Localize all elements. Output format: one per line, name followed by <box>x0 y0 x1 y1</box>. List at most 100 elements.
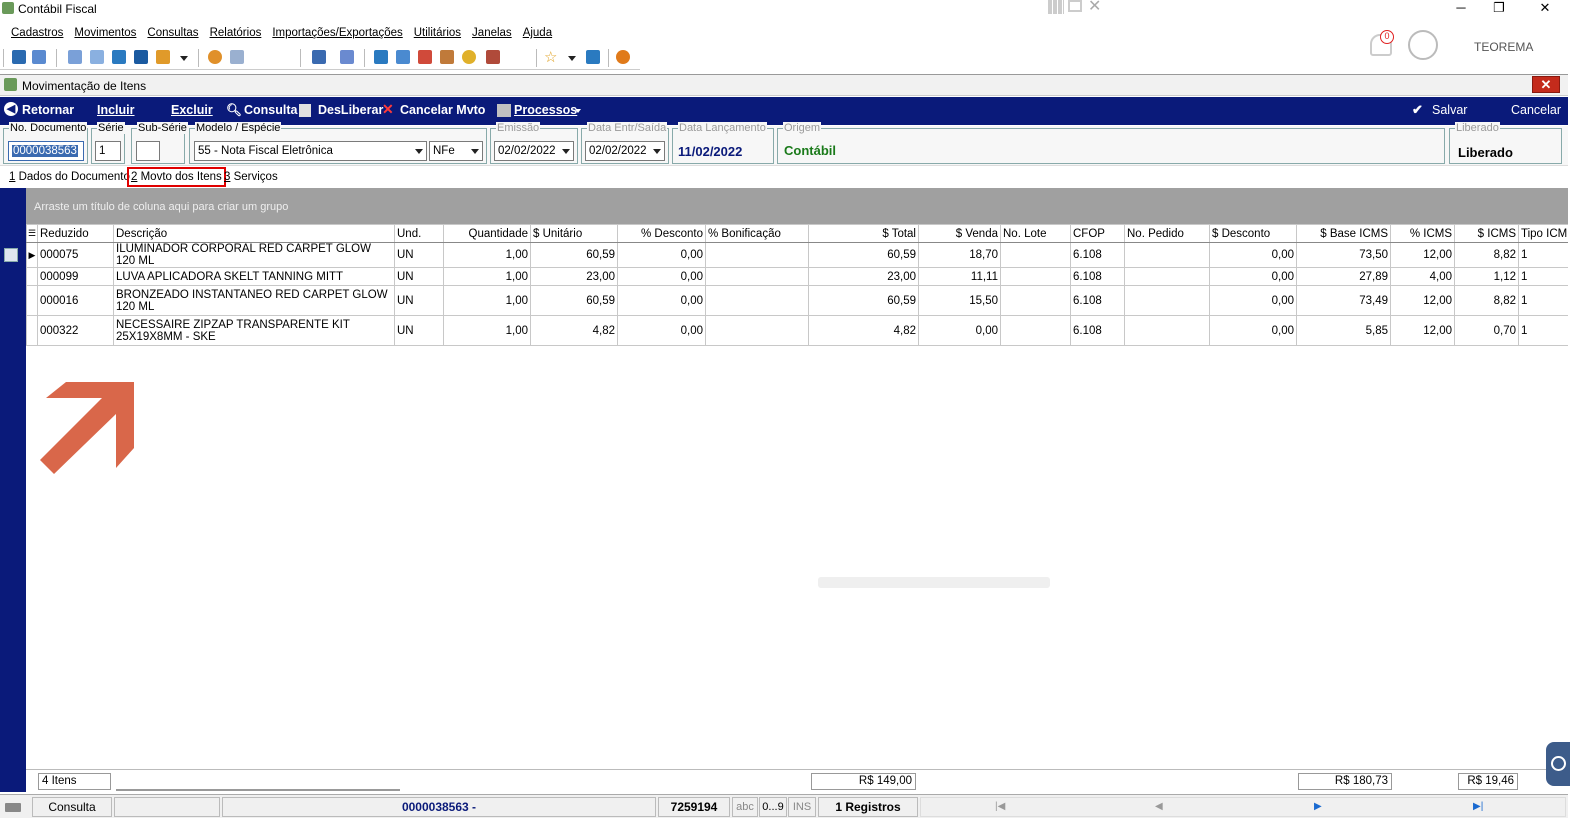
col-venda[interactable]: $ Venda <box>918 224 1001 243</box>
col-icms-pct[interactable]: % ICMS <box>1390 224 1455 243</box>
cell-pedido[interactable] <box>1124 242 1210 268</box>
consulta-button[interactable]: Consulta <box>244 103 297 117</box>
cell-icms[interactable]: 0,70 <box>1454 315 1519 346</box>
cell-venda[interactable]: 15,50 <box>918 285 1001 316</box>
cell-total[interactable]: 60,59 <box>808 285 919 316</box>
cell-und[interactable]: UN <box>394 267 444 286</box>
especie-select[interactable]: NFe <box>429 141 483 161</box>
cell-descricao[interactable]: BRONZEADO INSTANTANEO RED CARPET GLOW 12… <box>113 285 395 316</box>
menu-relatorios[interactable]: Relatórios <box>210 24 262 42</box>
cell-und[interactable]: UN <box>394 315 444 346</box>
close-form-button[interactable]: ✕ <box>1532 76 1560 93</box>
cell-unitario[interactable]: 23,00 <box>530 267 618 286</box>
cell-tipo-icm[interactable]: 1 <box>1518 267 1569 286</box>
tab-movto-itens[interactable]: 2 Movto dos Itens <box>127 167 226 187</box>
row-indicator-header[interactable]: ☰ <box>26 224 38 243</box>
cell-venda[interactable]: 18,70 <box>918 242 1001 268</box>
excluir-button[interactable]: Excluir <box>171 103 213 117</box>
cell-bonificacao[interactable] <box>705 242 809 268</box>
cell-desconto-pct[interactable]: 0,00 <box>617 285 706 316</box>
menu-janelas[interactable]: Janelas <box>472 24 512 42</box>
cell-descricao[interactable]: ILUMINADOR CORPORAL RED CARPET GLOW 120 … <box>113 242 395 268</box>
cell-total[interactable]: 60,59 <box>808 242 919 268</box>
fullscreen-icon[interactable] <box>1068 0 1082 12</box>
cell-quantidade[interactable]: 1,00 <box>443 267 531 286</box>
cell-reduzido[interactable]: 000075 <box>37 242 114 268</box>
col-pedido[interactable]: No. Pedido <box>1124 224 1210 243</box>
document-icon[interactable] <box>68 50 82 64</box>
sort-icon[interactable] <box>156 50 170 64</box>
cell-lote[interactable] <box>1000 242 1071 268</box>
cell-icms[interactable]: 8,82 <box>1454 242 1519 268</box>
close-window-button[interactable]: ✕ <box>1530 0 1560 16</box>
cell-bonificacao[interactable] <box>705 315 809 346</box>
column-chooser-icon[interactable] <box>4 248 18 262</box>
print-icon[interactable] <box>340 50 354 64</box>
cell-lote[interactable] <box>1000 315 1071 346</box>
table-row[interactable]: ▶ 000075 ILUMINADOR CORPORAL RED CARPET … <box>26 242 1569 268</box>
col-icms[interactable]: $ ICMS <box>1454 224 1519 243</box>
cell-reduzido[interactable]: 000322 <box>37 315 114 346</box>
cell-desconto[interactable]: 0,00 <box>1209 315 1297 346</box>
collapse-icon[interactable]: ✕ <box>1088 0 1101 16</box>
menu-consultas[interactable]: Consultas <box>147 24 198 42</box>
col-unitario[interactable]: $ Unitário <box>530 224 618 243</box>
col-lote[interactable]: No. Lote <box>1000 224 1071 243</box>
tab-servicos[interactable]: 3 Serviços <box>224 171 278 183</box>
table-row[interactable]: 000099 LUVA APLICADORA SKELT TANNING MIT… <box>26 267 1569 286</box>
data-entr-saida-field[interactable]: 02/02/2022 <box>585 141 665 161</box>
schedule-icon[interactable] <box>440 50 454 64</box>
minimize-button[interactable]: ─ <box>1446 0 1476 16</box>
first-record-icon[interactable]: |◀ <box>995 801 1005 812</box>
group-by-panel[interactable]: Arraste um título de coluna aqui para cr… <box>26 188 1568 224</box>
calculator-icon[interactable] <box>396 50 410 64</box>
power-icon[interactable] <box>616 50 630 64</box>
grid-layout-icon[interactable] <box>1048 0 1064 14</box>
cell-base-icms[interactable]: 73,50 <box>1296 242 1391 268</box>
desliberar-button[interactable]: DesLiberar <box>318 103 383 117</box>
people-icon[interactable] <box>32 50 46 64</box>
table-row[interactable]: 000322 NECESSAIRE ZIPZAP TRANSPARENTE KI… <box>26 315 1569 346</box>
last-record-icon[interactable]: ▶| <box>1473 801 1483 812</box>
cell-pedido[interactable] <box>1124 285 1210 316</box>
col-cfop[interactable]: CFOP <box>1070 224 1125 243</box>
cell-venda[interactable]: 0,00 <box>918 315 1001 346</box>
cell-desconto-pct[interactable]: 0,00 <box>617 242 706 268</box>
processos-button[interactable]: Processos <box>514 103 577 117</box>
cell-icms-pct[interactable]: 12,00 <box>1390 315 1455 346</box>
cell-cfop[interactable]: 6.108 <box>1070 285 1125 316</box>
cell-cfop[interactable]: 6.108 <box>1070 242 1125 268</box>
cell-icms[interactable]: 8,82 <box>1454 285 1519 316</box>
cell-pedido[interactable] <box>1124 267 1210 286</box>
avatar[interactable] <box>1408 30 1438 60</box>
cell-pedido[interactable] <box>1124 315 1210 346</box>
cell-quantidade[interactable]: 1,00 <box>443 242 531 268</box>
next-record-icon[interactable]: ▶ <box>1314 801 1322 812</box>
horizontal-scroll-thumb[interactable] <box>818 577 1050 588</box>
cell-total[interactable]: 23,00 <box>808 267 919 286</box>
cell-bonificacao[interactable] <box>705 267 809 286</box>
tab-dados-documento[interactable]: 1 Dados do Documento <box>9 171 130 183</box>
col-tipo-icm[interactable]: Tipo ICM <box>1518 224 1569 243</box>
col-total[interactable]: $ Total <box>808 224 919 243</box>
menu-utilitarios[interactable]: Utilitários <box>414 24 461 42</box>
remote-support-handle-icon[interactable] <box>1546 742 1570 786</box>
cell-reduzido[interactable]: 000099 <box>37 267 114 286</box>
coin-icon[interactable] <box>462 50 476 64</box>
col-und[interactable]: Und. <box>394 224 444 243</box>
export-icon[interactable] <box>312 50 326 64</box>
col-bonificacao[interactable]: % Bonificação <box>705 224 809 243</box>
chevron-down-icon[interactable] <box>180 56 188 61</box>
col-desconto[interactable]: $ Desconto <box>1209 224 1297 243</box>
cell-base-icms[interactable]: 27,89 <box>1296 267 1391 286</box>
table-icon[interactable] <box>112 50 126 64</box>
cell-unitario[interactable]: 60,59 <box>530 285 618 316</box>
cell-icms-pct[interactable]: 4,00 <box>1390 267 1455 286</box>
cell-desconto[interactable]: 0,00 <box>1209 285 1297 316</box>
search-report-icon[interactable] <box>486 50 500 64</box>
cell-total[interactable]: 4,82 <box>808 315 919 346</box>
menu-importacoes[interactable]: Importações/Exportações <box>272 24 402 42</box>
menu-movimentos[interactable]: Movimentos <box>74 24 136 42</box>
cell-base-icms[interactable]: 73,49 <box>1296 285 1391 316</box>
cell-tipo-icm[interactable]: 1 <box>1518 242 1569 268</box>
